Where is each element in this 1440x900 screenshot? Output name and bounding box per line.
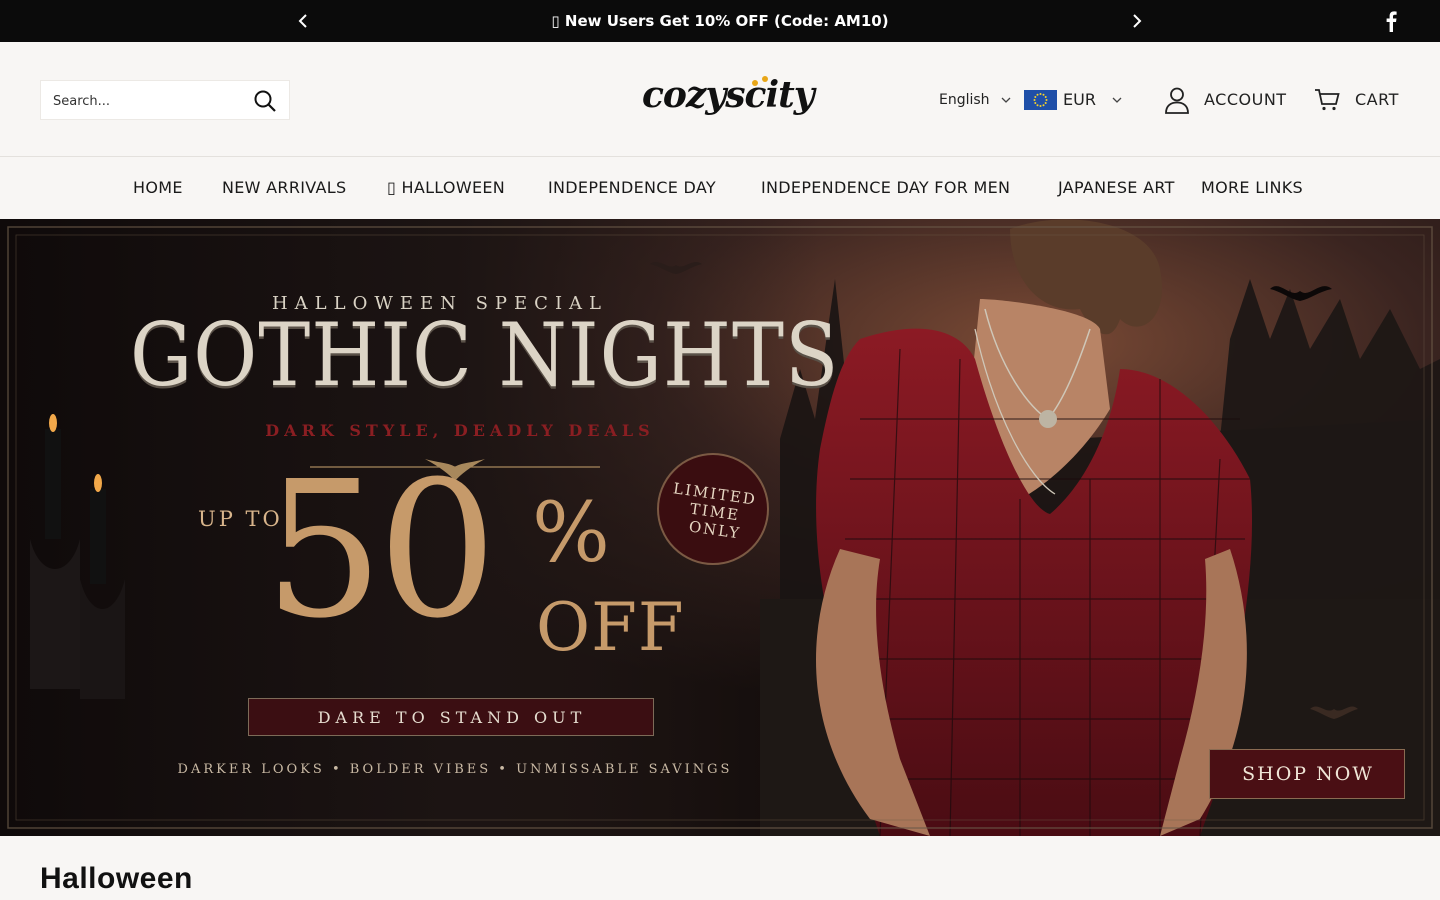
section-title: Halloween (40, 862, 193, 895)
chevron-down-icon (1001, 97, 1011, 103)
hero-tagline: DARKER LOOKS • BOLDER VIBES • UNMISSABLE… (177, 762, 733, 777)
language-selector[interactable]: English (939, 92, 1011, 108)
logo-dot (762, 76, 768, 82)
nav-item-new-arrivals[interactable]: NEW ARRIVALS (222, 178, 346, 197)
search-icon[interactable] (253, 89, 277, 113)
chevron-down-icon (1112, 97, 1122, 103)
shop-now-button[interactable]: SHOP NOW (1209, 749, 1405, 799)
limited-time-badge: LIMITED TIME ONLY (657, 453, 769, 565)
announcement-bar: ▯ New Users Get 10% OFF (Code: AM10) (0, 0, 1440, 42)
hero-off-label: OFF (536, 589, 685, 666)
chevron-right-icon[interactable] (1125, 10, 1147, 32)
logo-dot (752, 80, 758, 86)
logo-text: cozyscity (642, 74, 815, 116)
hero-percent-sign: % (532, 486, 610, 581)
nav-item-independence-day-for-men[interactable]: INDEPENDENCE DAY FOR MEN (761, 178, 1010, 197)
hero-subtitle: DARK STYLE, DEADLY DEALS (265, 421, 655, 440)
announcement-message: ▯ New Users Get 10% OFF (Code: AM10) (0, 12, 1440, 30)
user-icon (1165, 87, 1189, 114)
nav-item-halloween[interactable]: ▯ HALLOWEEN (387, 178, 505, 197)
eu-flag-icon (1024, 90, 1057, 110)
nav-item-independence-day[interactable]: INDEPENDENCE DAY (548, 178, 716, 197)
hero-discount-value: 50 (264, 441, 497, 660)
gift-icon: ▯ (551, 12, 560, 30)
hero-banner[interactable]: HALLOWEEN SPECIAL GOTHIC NIGHTS DARK STY… (0, 219, 1440, 836)
account-label: ACCOUNT (1204, 90, 1287, 109)
dare-text: DARE TO STAND OUT (317, 708, 587, 727)
cart-icon (1315, 89, 1340, 111)
facebook-icon[interactable] (1382, 10, 1400, 32)
nav-item-japanese-art[interactable]: JAPANESE ART (1058, 178, 1175, 197)
dare-banner: DARE TO STAND OUT (248, 698, 654, 736)
site-header: cozyscity English EUR ACCOUNT (0, 42, 1440, 157)
currency-code: EUR (1063, 90, 1096, 109)
nav-item-home[interactable]: HOME (133, 178, 183, 197)
search-box (40, 80, 290, 120)
cart-label: CART (1355, 90, 1399, 109)
language-label: English (939, 92, 990, 108)
shop-now-label: SHOP NOW (1242, 763, 1374, 785)
main-navigation: HOME NEW ARRIVALS ▯ HALLOWEEN INDEPENDEN… (0, 158, 1440, 218)
site-logo[interactable]: cozyscity (640, 68, 815, 132)
nav-item-more-links[interactable]: MORE LINKS (1201, 178, 1303, 197)
hero-title: GOTHIC NIGHTS (130, 305, 840, 407)
announcement-text: New Users Get 10% OFF (Code: AM10) (564, 12, 889, 30)
search-input[interactable] (53, 91, 238, 111)
